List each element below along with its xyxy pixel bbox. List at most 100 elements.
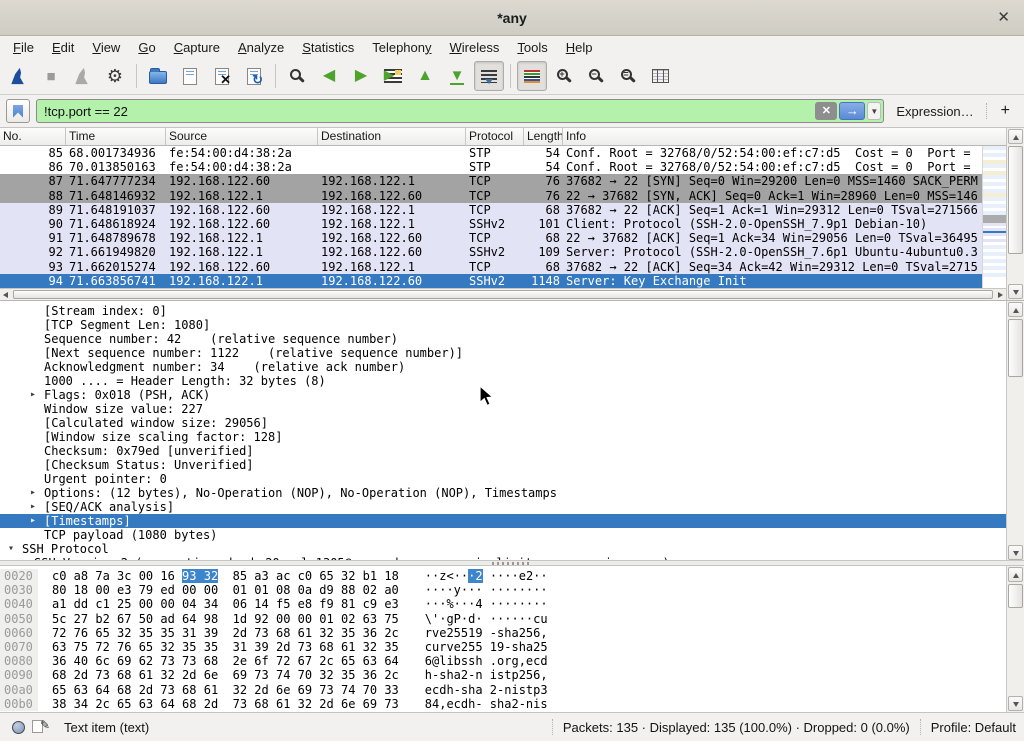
hex-row[interactable]: 003080 18 00 e3 79 ed 00 00 01 01 08 0a … — [0, 583, 1024, 597]
expander-icon[interactable]: ▸ — [30, 486, 44, 500]
hex-dump[interactable]: 0020c0 a8 7a 3c 00 16 93 32 85 a3 ac c0 … — [0, 569, 1024, 711]
menu-item-file[interactable]: File — [4, 38, 43, 57]
hex-row[interactable]: 00b038 34 2c 65 63 64 68 2d 73 68 61 32 … — [0, 697, 1024, 711]
packet-row[interactable]: 8971.648191037192.168.122.60192.168.122.… — [0, 203, 982, 217]
detail-line[interactable]: ▸Flags: 0x018 (PSH, ACK) — [0, 388, 1006, 402]
scroll-thumb[interactable] — [1008, 146, 1023, 254]
go-forward-button[interactable]: ▶ — [346, 61, 376, 91]
filter-clear-button[interactable]: ✕ — [815, 102, 837, 120]
detail-line[interactable]: [Window size scaling factor: 128] — [0, 430, 1006, 444]
detail-line[interactable]: ▸[Timestamps] — [0, 514, 1006, 528]
close-icon[interactable]: ✕ — [997, 8, 1010, 28]
scroll-down-icon[interactable] — [1008, 696, 1023, 711]
hex-row[interactable]: 00505c 27 b2 67 50 ad 64 98 1d 92 00 00 … — [0, 612, 1024, 626]
column-header-no[interactable]: No. — [0, 128, 66, 145]
hscroll-thumb[interactable] — [13, 290, 993, 299]
capture-restart-button[interactable] — [68, 61, 98, 91]
intelligent-scrollbar[interactable] — [982, 146, 1006, 288]
scroll-down-icon[interactable] — [1008, 545, 1023, 560]
menu-item-help[interactable]: Help — [557, 38, 602, 57]
hex-row[interactable]: 006072 76 65 32 35 35 31 39 2d 73 68 61 … — [0, 626, 1024, 640]
detail-line[interactable]: [TCP Segment Len: 1080] — [0, 318, 1006, 332]
colorize-button[interactable] — [517, 61, 547, 91]
find-packet-button[interactable] — [282, 61, 312, 91]
scroll-down-icon[interactable] — [1008, 284, 1023, 299]
zoom-out-button[interactable]: − — [581, 61, 611, 91]
packet-row[interactable]: 8670.013850163fe:54:00:d4:38:2aSTP54Conf… — [0, 160, 982, 174]
hex-row[interactable]: 0020c0 a8 7a 3c 00 16 93 32 85 a3 ac c0 … — [0, 569, 1024, 583]
menu-item-statistics[interactable]: Statistics — [293, 38, 363, 57]
go-last-packet-button[interactable]: ▼ — [442, 61, 472, 91]
profile-status[interactable]: Profile: Default — [931, 720, 1016, 735]
capture-options-button[interactable]: ⚙ — [100, 61, 130, 91]
packet-row[interactable]: 8771.647777234192.168.122.60192.168.122.… — [0, 174, 982, 188]
menu-item-telephony[interactable]: Telephony — [363, 38, 440, 57]
bytes-vscrollbar[interactable] — [1006, 566, 1024, 712]
open-capture-button[interactable] — [143, 61, 173, 91]
detail-line[interactable]: Checksum: 0x79ed [unverified] — [0, 444, 1006, 458]
expression-button[interactable]: Expression… — [890, 104, 979, 119]
detail-line[interactable]: 1000 .... = Header Length: 32 bytes (8) — [0, 374, 1006, 388]
detail-line[interactable]: Window size value: 227 — [0, 402, 1006, 416]
reload-capture-button[interactable]: ↻ — [239, 61, 269, 91]
capture-stop-button[interactable]: ■ — [36, 61, 66, 91]
display-filter-input[interactable]: !tcp.port == 22 ✕ → ▼ — [36, 99, 884, 123]
capture-start-button[interactable] — [4, 61, 34, 91]
detail-line[interactable]: Urgent pointer: 0 — [0, 472, 1006, 486]
go-to-packet-button[interactable]: ▶ — [378, 61, 408, 91]
auto-scroll-button[interactable] — [474, 61, 504, 91]
packet-row[interactable]: 9071.648618924192.168.122.60192.168.122.… — [0, 217, 982, 231]
hex-row[interactable]: 0040a1 dd c1 25 00 00 04 34 06 14 f5 e8 … — [0, 597, 1024, 611]
detail-line[interactable]: Sequence number: 42 (relative sequence n… — [0, 332, 1006, 346]
column-header-source[interactable]: Source — [166, 128, 318, 145]
menu-item-analyze[interactable]: Analyze — [229, 38, 293, 57]
packet-list-hscrollbar[interactable] — [0, 288, 1006, 300]
detail-line[interactable]: [Stream index: 0] — [0, 304, 1006, 318]
add-filter-button[interactable]: + — [993, 102, 1018, 120]
packet-row[interactable]: 9371.662015274192.168.122.60192.168.122.… — [0, 260, 982, 274]
scroll-right-icon[interactable] — [994, 289, 1006, 300]
go-first-packet-button[interactable]: ▲ — [410, 61, 440, 91]
packet-list-vscrollbar[interactable] — [1006, 128, 1024, 300]
column-header-length[interactable]: Length — [524, 128, 563, 145]
detail-line[interactable]: [Checksum Status: Unverified] — [0, 458, 1006, 472]
expander-icon[interactable]: ▸ — [30, 388, 44, 402]
hex-row[interactable]: 007063 75 72 76 65 32 35 35 31 39 2d 73 … — [0, 640, 1024, 654]
expander-icon[interactable]: ▾ — [8, 542, 22, 556]
packet-row[interactable]: 9171.648789678192.168.122.1192.168.122.6… — [0, 231, 982, 245]
hex-row[interactable]: 008036 40 6c 69 62 73 73 68 2e 6f 72 67 … — [0, 654, 1024, 668]
expert-info-button[interactable] — [8, 717, 28, 737]
filter-history-dropdown[interactable]: ▼ — [867, 102, 881, 120]
scroll-up-icon[interactable] — [1008, 129, 1023, 144]
expander-icon[interactable]: ▸ — [30, 514, 44, 528]
detail-line[interactable]: [Calculated window size: 29056] — [0, 416, 1006, 430]
hex-row[interactable]: 00a065 63 64 68 2d 73 68 61 32 2d 6e 69 … — [0, 683, 1024, 697]
menu-item-edit[interactable]: Edit — [43, 38, 83, 57]
expander-icon[interactable]: ▸ — [30, 500, 44, 514]
save-capture-button[interactable] — [175, 61, 205, 91]
titlebar[interactable]: *any ✕ — [0, 0, 1024, 36]
filter-bookmark-button[interactable] — [6, 99, 30, 123]
packet-row[interactable]: 9271.661949820192.168.122.1192.168.122.6… — [0, 245, 982, 259]
detail-line[interactable]: Acknowledgment number: 34 (relative ack … — [0, 360, 1006, 374]
resize-columns-button[interactable] — [645, 61, 675, 91]
packet-row[interactable]: 9471.663856741192.168.122.1192.168.122.6… — [0, 274, 982, 288]
scroll-up-icon[interactable] — [1008, 302, 1023, 317]
scroll-thumb[interactable] — [1008, 584, 1023, 608]
go-back-button[interactable]: ◀ — [314, 61, 344, 91]
detail-line[interactable]: TCP payload (1080 bytes) — [0, 528, 1006, 542]
column-header-protocol[interactable]: Protocol — [466, 128, 524, 145]
scroll-left-icon[interactable] — [0, 289, 12, 300]
packet-row[interactable]: 8871.648146932192.168.122.1192.168.122.6… — [0, 189, 982, 203]
column-header-destination[interactable]: Destination — [318, 128, 466, 145]
zoom-in-button[interactable]: + — [549, 61, 579, 91]
detail-line[interactable]: ▾SSH Protocol — [0, 542, 1006, 556]
close-capture-button[interactable]: ✕ — [207, 61, 237, 91]
menu-item-capture[interactable]: Capture — [165, 38, 229, 57]
detail-line[interactable]: [Next sequence number: 1122 (relative se… — [0, 346, 1006, 360]
scroll-thumb[interactable] — [1008, 319, 1023, 377]
hex-row[interactable]: 009068 2d 73 68 61 32 2d 6e 69 73 74 70 … — [0, 668, 1024, 682]
column-header-time[interactable]: Time — [66, 128, 166, 145]
details-vscrollbar[interactable] — [1006, 301, 1024, 560]
menu-item-tools[interactable]: Tools — [508, 38, 556, 57]
